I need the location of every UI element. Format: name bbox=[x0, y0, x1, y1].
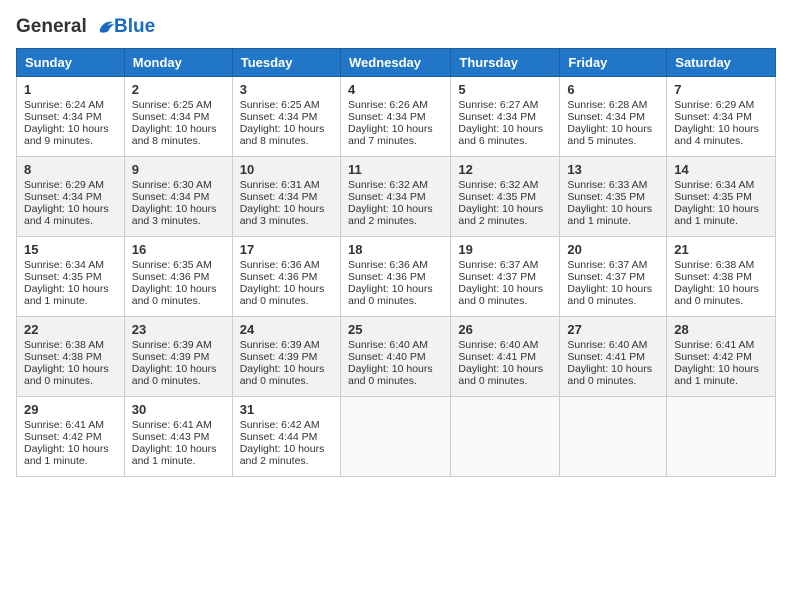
page-header: General Blue bbox=[16, 16, 776, 38]
cell-dec-25: 25Sunrise: 6:40 AMSunset: 4:40 PMDayligh… bbox=[340, 317, 450, 397]
cell-dec-13: 13Sunrise: 6:33 AMSunset: 4:35 PMDayligh… bbox=[560, 157, 667, 237]
cell-dec-8: 8Sunrise: 6:29 AMSunset: 4:34 PMDaylight… bbox=[17, 157, 125, 237]
cell-dec-20: 20Sunrise: 6:37 AMSunset: 4:37 PMDayligh… bbox=[560, 237, 667, 317]
cell-dec-21: 21Sunrise: 6:38 AMSunset: 4:38 PMDayligh… bbox=[667, 237, 776, 317]
cell-dec-3: 3Sunrise: 6:25 AMSunset: 4:34 PMDaylight… bbox=[232, 77, 340, 157]
col-header-wednesday: Wednesday bbox=[340, 49, 450, 77]
logo-text-blue: Blue bbox=[114, 16, 155, 38]
cell-dec-2: 2Sunrise: 6:25 AMSunset: 4:34 PMDaylight… bbox=[124, 77, 232, 157]
cell-dec-16: 16Sunrise: 6:35 AMSunset: 4:36 PMDayligh… bbox=[124, 237, 232, 317]
col-header-thursday: Thursday bbox=[451, 49, 560, 77]
cell-dec-19: 19Sunrise: 6:37 AMSunset: 4:37 PMDayligh… bbox=[451, 237, 560, 317]
cell-dec-4: 4Sunrise: 6:26 AMSunset: 4:34 PMDaylight… bbox=[340, 77, 450, 157]
cell-dec-6: 6Sunrise: 6:28 AMSunset: 4:34 PMDaylight… bbox=[560, 77, 667, 157]
col-header-friday: Friday bbox=[560, 49, 667, 77]
cell-dec-30: 30Sunrise: 6:41 AMSunset: 4:43 PMDayligh… bbox=[124, 397, 232, 477]
cell-dec-23: 23Sunrise: 6:39 AMSunset: 4:39 PMDayligh… bbox=[124, 317, 232, 397]
cell-dec-24: 24Sunrise: 6:39 AMSunset: 4:39 PMDayligh… bbox=[232, 317, 340, 397]
logo-bird-icon bbox=[94, 16, 116, 38]
cell-dec-9: 9Sunrise: 6:30 AMSunset: 4:34 PMDaylight… bbox=[124, 157, 232, 237]
cell-dec-27: 27Sunrise: 6:40 AMSunset: 4:41 PMDayligh… bbox=[560, 317, 667, 397]
cell-empty bbox=[560, 397, 667, 477]
cell-empty bbox=[451, 397, 560, 477]
col-header-saturday: Saturday bbox=[667, 49, 776, 77]
cell-dec-28: 28Sunrise: 6:41 AMSunset: 4:42 PMDayligh… bbox=[667, 317, 776, 397]
cell-dec-11: 11Sunrise: 6:32 AMSunset: 4:34 PMDayligh… bbox=[340, 157, 450, 237]
logo-text-general: General bbox=[16, 16, 87, 37]
cell-dec-29: 29Sunrise: 6:41 AMSunset: 4:42 PMDayligh… bbox=[17, 397, 125, 477]
cell-dec-18: 18Sunrise: 6:36 AMSunset: 4:36 PMDayligh… bbox=[340, 237, 450, 317]
cell-dec-7: 7Sunrise: 6:29 AMSunset: 4:34 PMDaylight… bbox=[667, 77, 776, 157]
cell-dec-10: 10Sunrise: 6:31 AMSunset: 4:34 PMDayligh… bbox=[232, 157, 340, 237]
col-header-tuesday: Tuesday bbox=[232, 49, 340, 77]
col-header-monday: Monday bbox=[124, 49, 232, 77]
cell-dec-12: 12Sunrise: 6:32 AMSunset: 4:35 PMDayligh… bbox=[451, 157, 560, 237]
cell-dec-26: 26Sunrise: 6:40 AMSunset: 4:41 PMDayligh… bbox=[451, 317, 560, 397]
calendar-table: SundayMondayTuesdayWednesdayThursdayFrid… bbox=[16, 48, 776, 477]
cell-dec-17: 17Sunrise: 6:36 AMSunset: 4:36 PMDayligh… bbox=[232, 237, 340, 317]
col-header-sunday: Sunday bbox=[17, 49, 125, 77]
cell-dec-1: 1Sunrise: 6:24 AMSunset: 4:34 PMDaylight… bbox=[17, 77, 125, 157]
cell-dec-5: 5Sunrise: 6:27 AMSunset: 4:34 PMDaylight… bbox=[451, 77, 560, 157]
cell-dec-31: 31Sunrise: 6:42 AMSunset: 4:44 PMDayligh… bbox=[232, 397, 340, 477]
cell-empty bbox=[667, 397, 776, 477]
logo: General Blue bbox=[16, 16, 155, 38]
cell-empty bbox=[340, 397, 450, 477]
cell-dec-15: 15Sunrise: 6:34 AMSunset: 4:35 PMDayligh… bbox=[17, 237, 125, 317]
cell-dec-14: 14Sunrise: 6:34 AMSunset: 4:35 PMDayligh… bbox=[667, 157, 776, 237]
cell-dec-22: 22Sunrise: 6:38 AMSunset: 4:38 PMDayligh… bbox=[17, 317, 125, 397]
